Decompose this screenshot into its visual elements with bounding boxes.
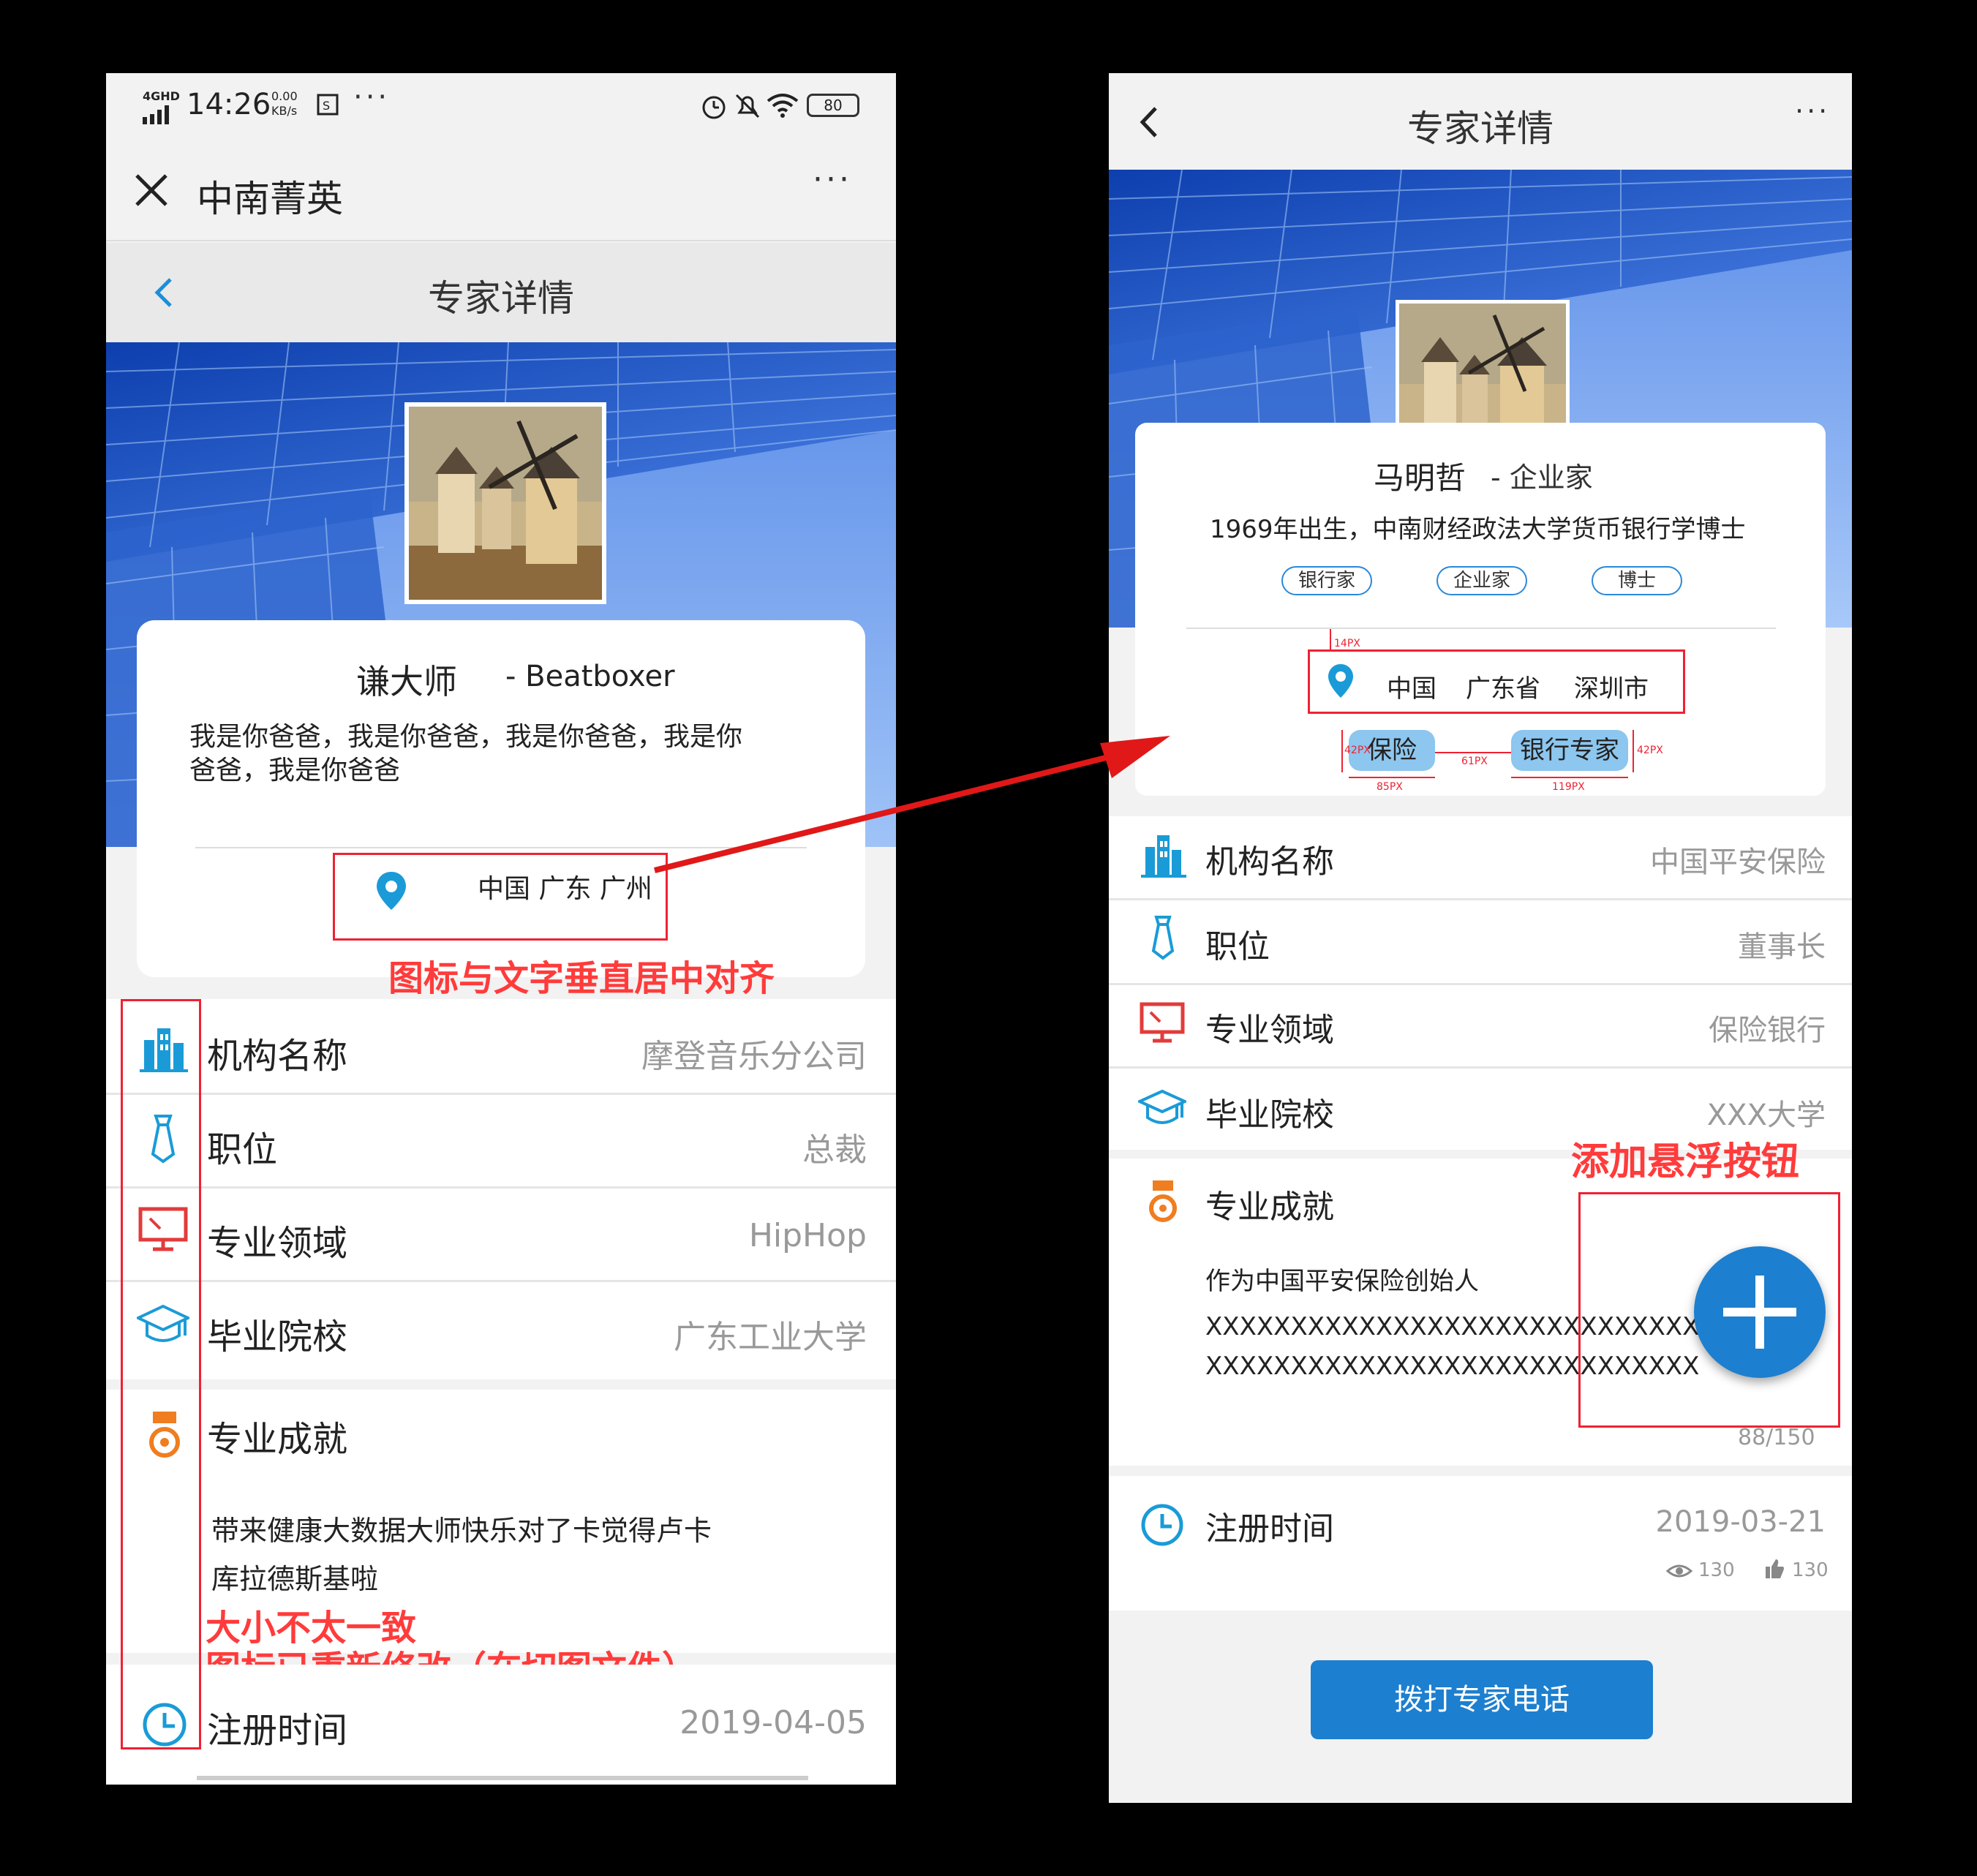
annotation-arrow bbox=[654, 736, 1170, 873]
